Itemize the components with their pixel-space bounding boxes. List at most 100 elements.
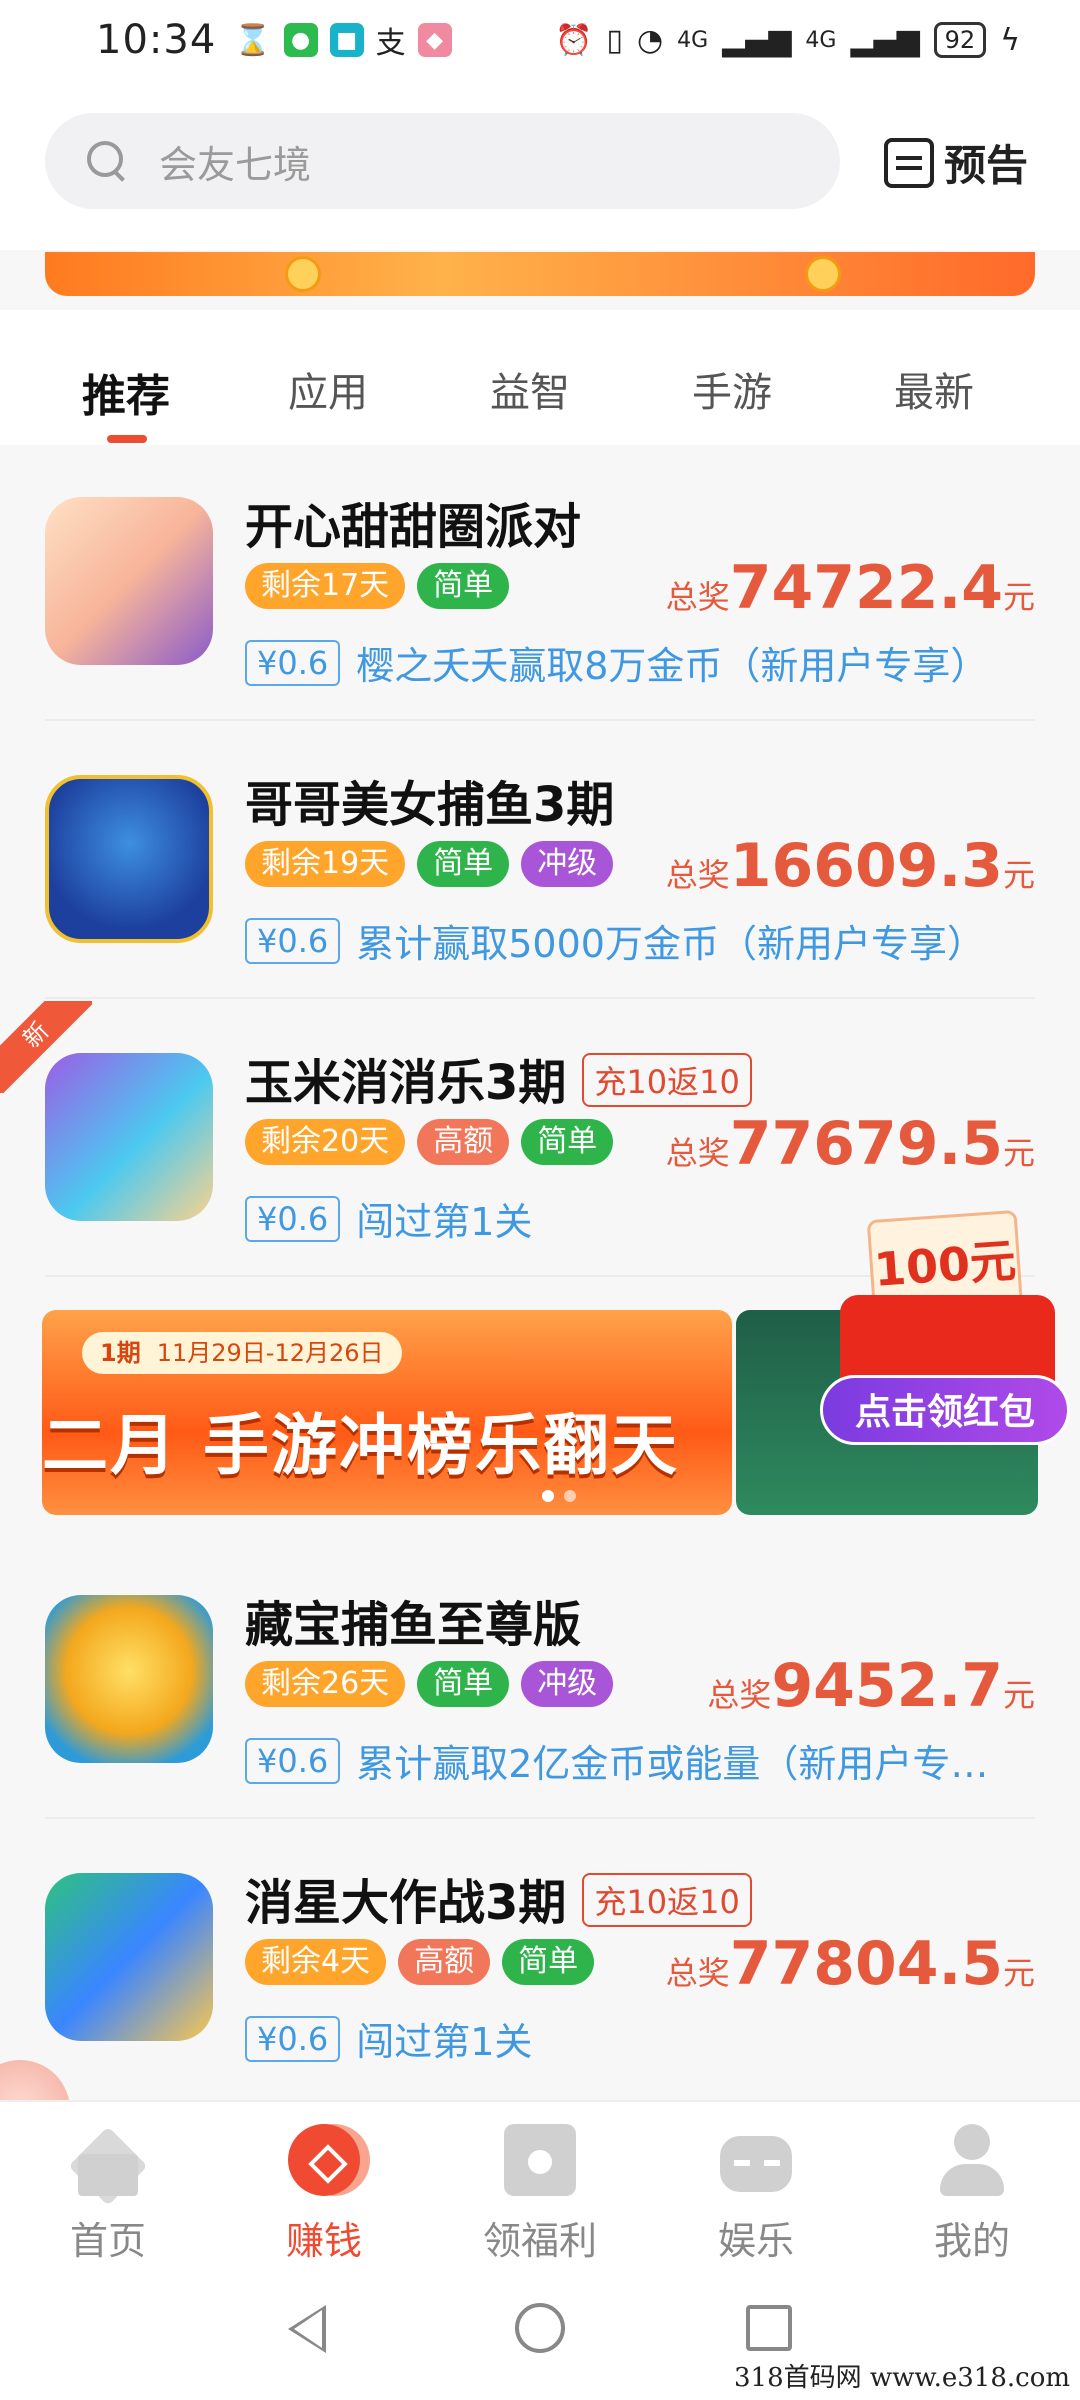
promo-strip-banner[interactable] [45,252,1035,296]
calendar-icon [884,137,934,188]
signal-icon: 4G [677,27,709,53]
promo-badge: 充10返10 [582,1053,752,1107]
home-icon [72,2124,144,2196]
carousel-dot [564,1490,576,1502]
home-circle-icon[interactable] [515,2303,565,2353]
tag-row: 剩余19天 简单 冲级 [245,841,614,887]
game-title-text: 玉米消消乐3期 [245,1055,567,1111]
reward-amount: ¥0.6 [245,1195,341,1242]
prize-label: 总奖 [665,856,730,894]
divider [45,1817,1035,1819]
game-item[interactable]: 开心甜甜圈派对 剩余17天 简单 总奖74722.4元 ¥0.6 樱之夭夭赢取8… [0,445,1080,721]
tab-recommended[interactable]: 推荐 [25,310,227,445]
search-bar[interactable]: 会友七境 [45,113,840,209]
nav-profile[interactable]: 我的 [864,2102,1080,2265]
nav-entertainment[interactable]: 娱乐 [648,2102,864,2265]
game-item[interactable]: 哥哥美女捕鱼3期 剩余19天 简单 冲级 总奖16609.3元 ¥0.6 累计赢… [0,723,1080,999]
signal-bars-icon-2: ▂▄▆ [850,22,920,58]
game-icon [45,1595,213,1763]
nav-earn[interactable]: 赚钱 [216,2102,432,2265]
total-prize: 总奖77679.5元 [666,1109,1035,1179]
category-tabs: 推荐 应用 益智 手游 最新 [0,310,1080,445]
banner-slide[interactable]: 1期 11月29日-12月26日 二月 手游冲榜乐翻天 [42,1310,732,1515]
prize-value: 74722.4 [729,553,1003,623]
nav-benefits[interactable]: 领福利 [432,2102,648,2265]
prize-value: 77804.5 [729,1929,1003,1999]
wechat-icon: ● [283,23,318,57]
total-prize: 总奖74722.4元 [666,553,1035,623]
vibrate-icon: ▯ [606,22,623,58]
prize-value: 77679.5 [729,1109,1003,1179]
reward-amount: ¥0.6 [245,1737,341,1784]
search-icon [85,139,129,183]
game-app-icon: ◆ [417,23,452,57]
game-item[interactable]: 藏宝捕鱼至尊版 剩余26天 简单 冲级 总奖9452.7元 ¥0.6 累计赢取2… [0,1543,1080,1819]
game-title: 藏宝捕鱼至尊版 [245,1597,582,1653]
preview-button[interactable]: 预告 [884,132,1028,193]
back-icon[interactable] [288,2305,326,2353]
divider [45,997,1035,999]
hourglass-icon: ⌛ [234,22,272,58]
claim-red-packet-button[interactable]: 点击领红包 [820,1375,1070,1445]
game-title: 哥哥美女捕鱼3期 [245,777,615,833]
tag-row: 剩余20天 高额 简单 [245,1119,614,1165]
reward-row: ¥0.6 累计赢取2亿金币或能量（新用户专… [245,1733,1035,1788]
alarm-icon: ⏰ [555,22,593,58]
status-time: 10:34 [96,17,217,63]
level-up-tag: 冲级 [521,841,614,887]
level-up-tag: 冲级 [521,1661,614,1707]
reward-amount: ¥0.6 [245,2015,341,2062]
tab-puzzle[interactable]: 益智 [429,310,631,445]
watermark: 318首码网 www.e318.com [734,2363,1070,2393]
carousel-dots [542,1490,576,1502]
tab-apps[interactable]: 应用 [227,310,429,445]
game-item[interactable]: 消星大作战3期 充10返10 剩余4天 高额 简单 总奖77804.5元 ¥0.6… [0,1821,1080,2097]
wifi-icon: ◔ [636,22,664,58]
prize-unit: 元 [1002,1954,1035,1992]
days-left-tag: 剩余4天 [245,1939,387,1985]
prize-unit: 元 [1002,856,1035,894]
header: 会友七境 预告 [0,80,1080,250]
reward-description: 闯过第1关 [356,2020,533,2064]
red-packet-float[interactable]: 100元 点击领红包 [820,1209,1075,1455]
status-bar: 10:34 ⌛ ● ■ 支 ◆ ⏰ ▯ ◔ 4G ▂▄▆ 4G ▂▄▆ 92 ϟ [0,0,1080,80]
prize-label: 总奖 [707,1676,772,1714]
tab-mobile-games[interactable]: 手游 [631,310,833,445]
high-reward-tag: 高额 [398,1939,491,1985]
difficulty-tag: 简单 [521,1119,614,1165]
tab-newest[interactable]: 最新 [833,310,1035,445]
difficulty-tag: 简单 [417,563,510,609]
total-prize: 总奖9452.7元 [707,1651,1035,1721]
recent-apps-icon[interactable] [746,2305,792,2351]
tag-row: 剩余26天 简单 冲级 [245,1661,614,1707]
difficulty-tag: 简单 [417,1661,510,1707]
reward-amount: ¥0.6 [245,917,341,964]
banner-dates: 11月29日-12月26日 [156,1339,384,1367]
reward-row: ¥0.6 樱之夭夭赢取8万金币（新用户专享） [245,635,1035,690]
prize-unit: 元 [1002,1134,1035,1172]
nav-home[interactable]: 首页 [0,2102,216,2265]
charging-icon: ϟ [1000,22,1020,58]
days-left-tag: 剩余19天 [245,841,406,887]
search-placeholder: 会友七境 [159,142,312,187]
gamepad-icon [720,2136,792,2192]
prize-label: 总奖 [665,578,730,616]
prize-unit: 元 [1002,1676,1035,1714]
days-left-tag: 剩余17天 [245,563,406,609]
days-left-tag: 剩余20天 [245,1119,406,1165]
game-icon [45,1873,213,2041]
game-title: 消星大作战3期 充10返10 [245,1863,752,1933]
carousel-dot [542,1490,554,1502]
banner-period: 1期 [100,1339,141,1367]
total-prize: 总奖16609.3元 [666,831,1035,901]
days-left-tag: 剩余26天 [245,1661,406,1707]
game-title: 玉米消消乐3期 充10返10 [245,1043,752,1113]
prize-label: 总奖 [665,1954,730,1992]
bottom-navigation: 首页 赚钱 领福利 娱乐 我的 [0,2100,1080,2265]
nav-label: 领福利 [482,2219,597,2263]
preview-label: 预告 [944,141,1029,190]
reward-description: 樱之夭夭赢取8万金币（新用户专享） [356,644,989,688]
reward-description: 累计赢取2亿金币或能量（新用户专… [356,1742,989,1786]
coin-icon [285,256,321,292]
signal-bars-icon: ▂▄▆ [722,22,792,58]
